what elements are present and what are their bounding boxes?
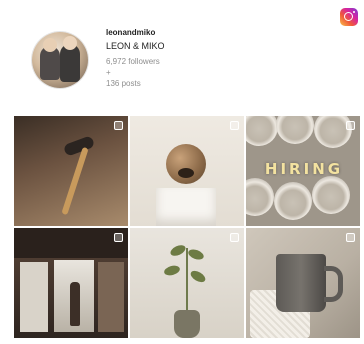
- post-tile-5[interactable]: [130, 228, 244, 338]
- posts-count: 136 posts: [106, 79, 141, 88]
- image-post-icon: [114, 121, 123, 130]
- post-tile-3[interactable]: HIRING: [246, 116, 360, 226]
- post-tile-6[interactable]: [246, 228, 360, 338]
- profile-username[interactable]: leonandmiko: [106, 28, 165, 38]
- instagram-icon[interactable]: [340, 8, 358, 26]
- post-tile-2[interactable]: [130, 116, 244, 226]
- image-post-icon: [114, 233, 123, 242]
- avatar[interactable]: [32, 32, 88, 88]
- image-post-icon: [230, 121, 239, 130]
- image-post-icon: [346, 121, 355, 130]
- instagram-feed-widget: leonandmiko LEON & MIKO 6,972 followers …: [10, 4, 362, 340]
- stats-separator: +: [106, 68, 111, 77]
- followers-count: 6,972 followers: [106, 57, 160, 66]
- post-grid: HIRING: [14, 116, 360, 340]
- post-tile-4[interactable]: [14, 228, 128, 338]
- hiring-overlay-text: HIRING: [264, 160, 344, 178]
- profile-stats: 6,972 followers + 136 posts: [106, 56, 165, 89]
- profile-full-name: LEON & MIKO: [106, 41, 165, 51]
- post-tile-1[interactable]: [14, 116, 128, 226]
- image-post-icon: [230, 233, 239, 242]
- image-post-icon: [346, 233, 355, 242]
- profile-info: leonandmiko LEON & MIKO 6,972 followers …: [106, 28, 165, 89]
